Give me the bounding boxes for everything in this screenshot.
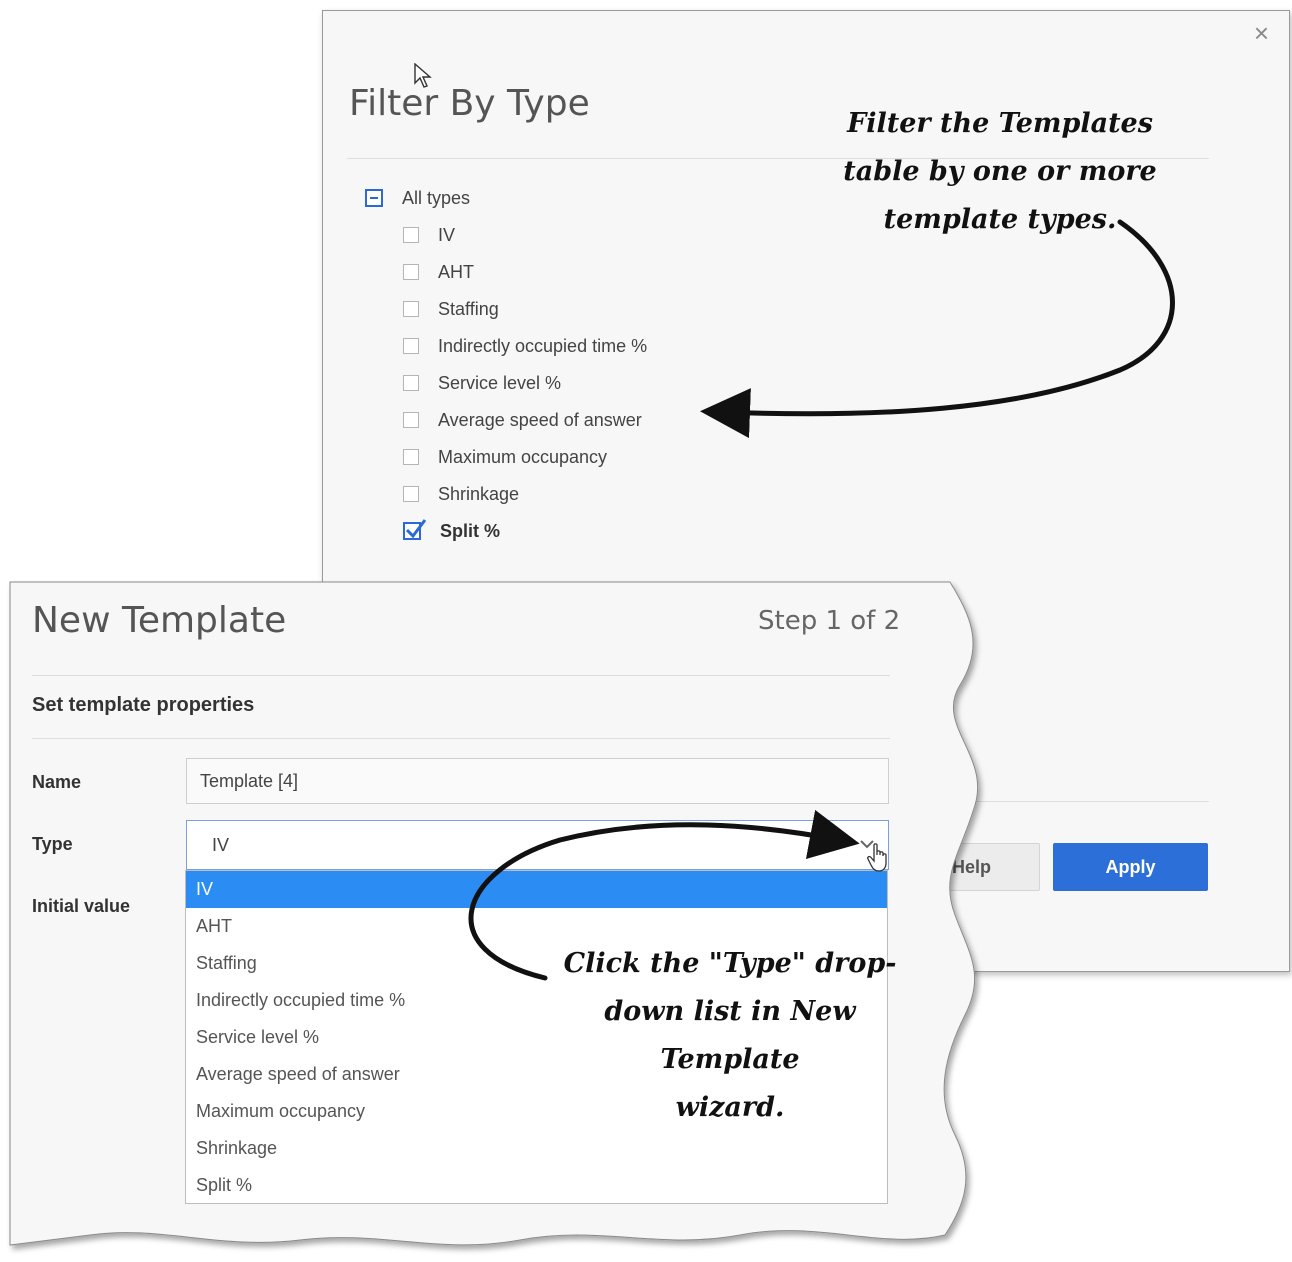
type-checkbox-label: Staffing — [438, 298, 499, 319]
type-checkbox-label: Shrinkage — [438, 483, 520, 504]
all-types-checkbox-row[interactable]: All types — [365, 186, 470, 210]
type-checkbox-staffing[interactable]: Staffing — [403, 297, 499, 321]
apply-button[interactable]: Apply — [1053, 843, 1208, 891]
checkbox-icon[interactable] — [403, 375, 419, 391]
indeterminate-checkbox-icon[interactable] — [365, 189, 383, 207]
divider — [32, 738, 890, 739]
type-dropdown[interactable]: IV — [186, 820, 889, 870]
type-checkbox-max-occupancy[interactable]: Maximum occupancy — [403, 445, 607, 469]
filter-annotation: Filter the Templates table by one or mor… — [843, 108, 1157, 235]
all-types-label: All types — [402, 187, 471, 208]
filter-dialog-title: Filter By Type — [349, 83, 590, 124]
type-selected-value: IV — [212, 834, 230, 855]
initial-value-label: Initial value — [32, 896, 131, 916]
name-label: Name — [32, 772, 82, 792]
type-checkbox-label: AHT — [438, 261, 474, 282]
type-checkbox-indirectly-occupied[interactable]: Indirectly occupied time % — [403, 334, 647, 358]
name-input[interactable] — [186, 758, 889, 804]
type-checkbox-aht[interactable]: AHT — [403, 260, 474, 284]
type-option-shrinkage[interactable]: Shrinkage — [186, 1130, 887, 1167]
step-indicator: Step 1 of 2 — [758, 606, 901, 636]
close-icon[interactable]: × — [1254, 19, 1269, 47]
checkbox-icon[interactable] — [403, 301, 419, 317]
type-checkbox-label: Maximum occupancy — [438, 446, 608, 467]
checkbox-icon[interactable] — [403, 449, 419, 465]
divider — [32, 675, 890, 676]
type-checkbox-label: Split % — [440, 520, 501, 541]
type-checkbox-split[interactable]: Split % — [403, 519, 500, 543]
type-label: Type — [32, 834, 73, 854]
type-option-iv[interactable]: IV — [186, 871, 887, 908]
hand-pointer-icon — [867, 843, 887, 872]
wizard-title: New Template — [32, 600, 287, 641]
section-heading: Set template properties — [32, 694, 255, 716]
checkbox-icon[interactable] — [403, 264, 419, 280]
type-checkbox-asa[interactable]: Average speed of answer — [403, 408, 642, 432]
type-annotation: Click the "Type" drop- down list in New … — [563, 948, 897, 1123]
new-template-wizard: New Template Step 1 of 2 Set template pr… — [10, 582, 930, 1242]
type-checkbox-label: Average speed of answer — [438, 409, 642, 430]
checkbox-icon[interactable] — [403, 486, 419, 502]
type-checkbox-shrinkage[interactable]: Shrinkage — [403, 482, 519, 506]
type-checkbox-service-level[interactable]: Service level % — [403, 371, 561, 395]
checkmark-icon[interactable] — [403, 519, 427, 540]
type-option-split[interactable]: Split % — [186, 1167, 887, 1204]
type-checkbox-label: Service level % — [438, 372, 562, 393]
mouse-pointer-icon — [414, 63, 432, 88]
checkbox-icon[interactable] — [403, 338, 419, 354]
type-checkbox-iv[interactable]: IV — [403, 223, 455, 247]
type-checkbox-label: IV — [438, 224, 456, 245]
checkbox-icon[interactable] — [403, 227, 419, 243]
checkbox-icon[interactable] — [403, 412, 419, 428]
type-checkbox-label: Indirectly occupied time % — [438, 335, 648, 356]
